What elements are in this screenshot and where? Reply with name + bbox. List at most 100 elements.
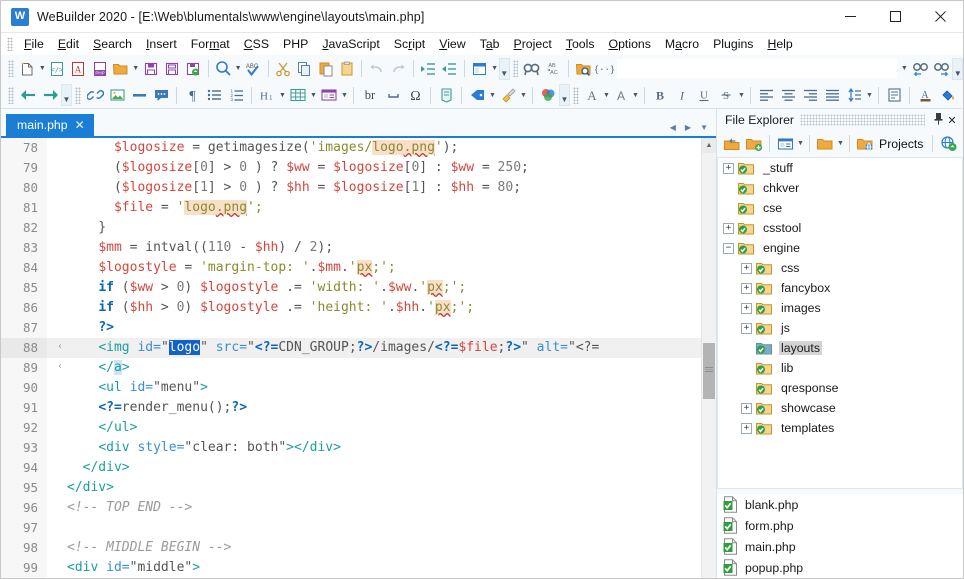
code-text[interactable]: </a> <box>65 358 716 378</box>
expand-icon[interactable]: + <box>723 162 734 174</box>
code-text[interactable]: </div> <box>65 458 716 478</box>
folder-tree-item[interactable]: + templates <box>718 418 962 438</box>
code-line[interactable]: 82 } <box>1 218 716 238</box>
tag-icon[interactable] <box>466 84 488 106</box>
code-line[interactable]: 79 ($logosize[0] > 0 ) ? $ww = $logosize… <box>1 158 716 178</box>
file-list-item[interactable]: blank.php <box>717 494 963 515</box>
font-icon[interactable]: A <box>582 84 602 106</box>
folder-tree-item[interactable]: qresponse <box>718 378 962 398</box>
folder-icon[interactable] <box>814 133 836 155</box>
hyperlink-icon[interactable] <box>84 84 106 106</box>
code-text[interactable]: $file = 'logo.png'; <box>65 198 716 218</box>
fold-margin[interactable] <box>47 478 65 498</box>
menu-tools[interactable]: Tools <box>559 35 602 53</box>
code-line[interactable]: 97 <box>1 518 716 538</box>
pin-icon[interactable] <box>931 112 945 128</box>
fold-margin[interactable] <box>47 438 65 458</box>
view-mode-dropdown-icon[interactable]: ▼ <box>796 133 805 155</box>
code-text[interactable]: ($logosize[0] > 0 ) ? $ww = $logosize[0]… <box>65 158 716 178</box>
code-text[interactable]: <?=render_menu();?> <box>65 398 716 418</box>
code-text[interactable] <box>65 518 716 538</box>
folder-tree-item[interactable]: + _stuff <box>718 158 962 178</box>
code-line[interactable]: 91 <?=render_menu();?> <box>1 398 716 418</box>
code-line[interactable]: 81 $file = 'logo.png'; <box>1 198 716 218</box>
find-input[interactable] <box>617 59 897 78</box>
find-toolbar-overflow-button[interactable]: ▼ <box>952 57 964 80</box>
find-toolbar-grip[interactable] <box>512 60 519 77</box>
forward-icon[interactable] <box>39 84 61 106</box>
code-line[interactable]: 85 if ($ww > 0) $logostyle .= 'width: '.… <box>1 278 716 298</box>
menu-project[interactable]: Project <box>507 35 559 53</box>
font-size-icon[interactable]: A <box>611 84 631 106</box>
folder-tree-item[interactable]: + images <box>718 298 962 318</box>
menu-plugins[interactable]: Plugins <box>706 35 760 53</box>
spellcheck-icon[interactable]: ABC <box>242 58 263 80</box>
menu-javascript[interactable]: JavaScript <box>315 35 386 53</box>
fold-margin[interactable] <box>47 518 65 538</box>
bold-icon[interactable]: B <box>649 84 671 106</box>
panel-close-icon[interactable]: ✕ <box>945 114 959 127</box>
expand-icon[interactable]: + <box>741 402 752 414</box>
new-folder-icon[interactable] <box>743 133 765 155</box>
heading-dropdown-icon[interactable]: ▼ <box>278 84 287 106</box>
save-as-icon[interactable] <box>161 58 182 80</box>
code-text[interactable]: $logostyle = 'margin-top: '.$mm.'px;'; <box>65 258 716 278</box>
folder-tree[interactable]: + _stuff chkver cse + csstool − engine + css + fanc… <box>717 157 963 489</box>
menu-search[interactable]: Search <box>86 35 139 53</box>
folder-tree-item[interactable]: layouts <box>718 338 962 358</box>
align-center-icon[interactable] <box>777 84 799 106</box>
fold-margin[interactable] <box>47 158 65 178</box>
code-line[interactable]: 99 <div id="middle"> <box>1 558 716 578</box>
code-line[interactable]: 90 <ul id="menu"> <box>1 378 716 398</box>
code-fold-icon[interactable]: ‹ <box>57 342 63 352</box>
open-folder-icon[interactable] <box>721 133 743 155</box>
form-icon[interactable] <box>318 84 340 106</box>
file-list-item[interactable]: main.php <box>717 536 963 557</box>
code-text[interactable]: <img id="logo" src="<?=CDN_GROUP;?>/imag… <box>65 338 716 358</box>
ordered-list-icon[interactable]: 123 <box>225 84 247 106</box>
menu-file[interactable]: File <box>17 35 51 53</box>
code-line[interactable]: 98 <!-- MIDDLE BEGIN --> <box>1 538 716 558</box>
open-file-dropdown-icon[interactable]: ▼ <box>131 58 140 80</box>
table-icon[interactable] <box>287 84 309 106</box>
insert-toolbar-overflow-button[interactable]: ▼ <box>559 84 570 106</box>
code-line[interactable]: 86 if ($hh > 0) $logostyle .= 'height: '… <box>1 298 716 318</box>
folder-dropdown-icon[interactable]: ▼ <box>836 133 845 155</box>
line-height-icon[interactable] <box>843 84 865 106</box>
code-text[interactable]: </div> <box>65 478 716 498</box>
menu-php[interactable]: PHP <box>276 35 315 53</box>
text-color-icon[interactable]: A <box>914 84 936 106</box>
code-line[interactable]: 87 ?> <box>1 318 716 338</box>
fold-margin[interactable] <box>47 258 65 278</box>
close-button[interactable] <box>918 1 963 32</box>
page-properties-icon[interactable] <box>883 84 905 106</box>
projects-button[interactable]: Projects <box>854 133 928 154</box>
back-icon[interactable] <box>17 84 39 106</box>
code-text[interactable]: } <box>65 218 716 238</box>
italic-icon[interactable]: I <box>671 84 693 106</box>
fold-margin[interactable]: ‹ <box>47 338 65 358</box>
code-line[interactable]: 89 ‹ </a> <box>1 358 716 378</box>
code-text[interactable]: <div id="middle"> <box>65 558 716 578</box>
fill-color-icon[interactable] <box>936 84 958 106</box>
line-height-dropdown-icon[interactable]: ▼ <box>865 84 874 106</box>
form-dropdown-icon[interactable]: ▼ <box>340 84 349 106</box>
file-list-item[interactable]: popup.php <box>717 557 963 578</box>
undo-icon[interactable] <box>366 58 387 80</box>
code-text[interactable]: <ul id="menu"> <box>65 378 716 398</box>
fold-margin[interactable] <box>47 238 65 258</box>
fold-margin[interactable]: ‹ <box>47 358 65 378</box>
fold-margin[interactable] <box>47 498 65 518</box>
fold-margin[interactable] <box>47 378 65 398</box>
new-file-icon[interactable] <box>17 58 38 80</box>
folder-tree-item[interactable]: + fancybox <box>718 278 962 298</box>
replace-icon[interactable]: AB AC <box>543 58 564 80</box>
fold-margin[interactable] <box>47 538 65 558</box>
tab-close-icon[interactable]: ✕ <box>75 118 85 132</box>
code-snippet-icon[interactable]: {··} <box>594 58 615 80</box>
unordered-list-icon[interactable] <box>203 84 225 106</box>
new-html-icon[interactable]: </> <box>47 58 68 80</box>
align-right-icon[interactable] <box>799 84 821 106</box>
preview-icon[interactable] <box>213 58 234 80</box>
menu-view[interactable]: View <box>432 35 472 53</box>
